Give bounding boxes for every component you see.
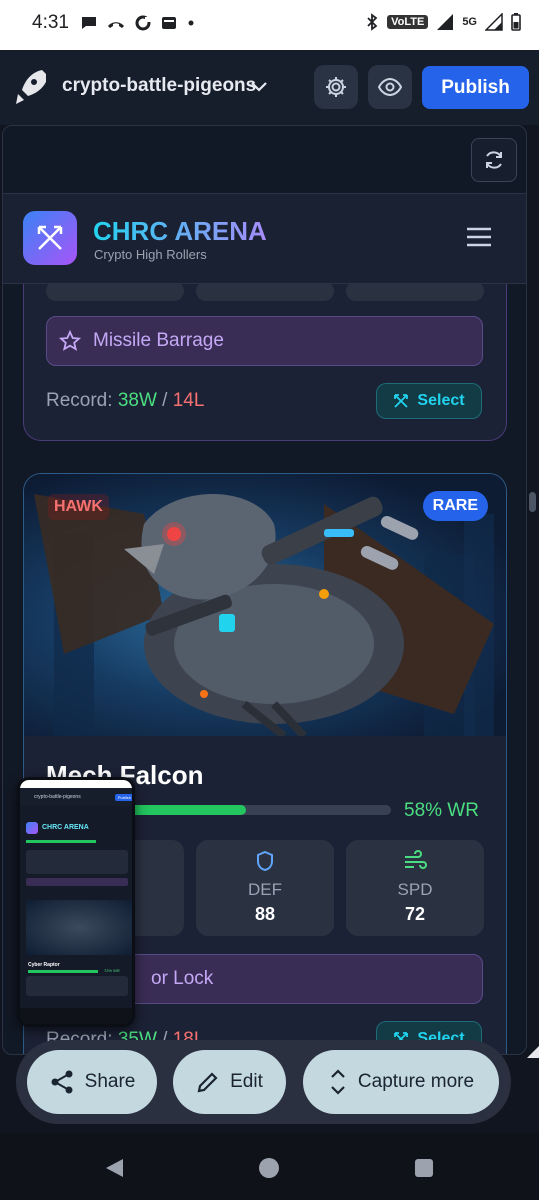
share-icon (51, 1070, 73, 1094)
select-label: Select (417, 392, 465, 409)
site-header: CHRC ARENA Crypto High Rollers (3, 194, 526, 284)
type-badge: HAWK (48, 494, 109, 520)
bluetooth-icon (367, 13, 378, 31)
wallet-icon (162, 17, 176, 29)
back-icon[interactable] (103, 1157, 125, 1179)
thumb-project-name: crypto-battle-pigeons (34, 794, 81, 800)
chat-bubble-icon (82, 17, 96, 29)
volte-badge: VoLTE (387, 15, 429, 29)
chevron-down-icon[interactable] (250, 80, 268, 94)
edit-button[interactable]: Edit (173, 1050, 286, 1114)
capture-more-label: Capture more (357, 1071, 475, 1092)
settings-button[interactable] (314, 65, 358, 109)
record-losses: 14L (172, 390, 205, 411)
signal-icon (437, 14, 454, 30)
ability-box: Missile Barrage (46, 316, 483, 366)
scrollbar-thumb[interactable] (529, 492, 536, 512)
app-header: crypto-battle-pigeons Publish (0, 50, 539, 125)
stat-label: SPD (397, 880, 433, 899)
record-label: Record: (46, 390, 113, 411)
status-bar: 4:31 VoLTE 5G (0, 0, 539, 50)
record-separator: / (162, 390, 168, 411)
select-button[interactable]: Select (376, 383, 482, 419)
rocket-logo-icon[interactable] (14, 68, 46, 104)
refresh-button[interactable] (471, 138, 517, 182)
stat-box (196, 281, 334, 301)
system-nav-bar (0, 1133, 539, 1200)
recents-icon[interactable] (414, 1158, 434, 1178)
stat-value: 88 (254, 904, 276, 924)
publish-button[interactable]: Publish (422, 66, 529, 109)
sync-icon (135, 15, 151, 31)
site-subtitle: Crypto High Rollers (94, 247, 207, 262)
screenshot-action-bar: Share Edit Capture more (16, 1040, 511, 1124)
record-wins: 38W (117, 390, 157, 411)
signal-icon-2 (485, 13, 503, 31)
share-button[interactable]: Share (27, 1050, 157, 1114)
capture-more-button[interactable]: Capture more (303, 1050, 499, 1114)
win-rate-text: 58% WR (404, 800, 479, 821)
stat-box-spd: SPD 72 (346, 840, 484, 936)
screenshot-thumbnail[interactable]: crypto-battle-pigeons Publish CHRC ARENA… (17, 777, 135, 1027)
pencil-icon (197, 1072, 218, 1093)
status-time: 4:31 (32, 12, 69, 33)
site-title: CHRC ARENA (93, 216, 267, 246)
network-type: 5G (462, 16, 477, 28)
fighter-image: HAWK RARE (24, 474, 506, 736)
menu-icon[interactable] (465, 226, 493, 248)
missed-call-icon (108, 22, 124, 28)
crossed-swords-icon (394, 394, 409, 408)
dot-icon (188, 20, 194, 26)
rarity-badge: RARE (422, 491, 488, 521)
record-text: Record: 38W / 14L (46, 390, 204, 412)
project-name[interactable]: crypto-battle-pigeons (62, 75, 256, 97)
stat-box (346, 281, 484, 301)
stat-box-def: DEF 88 (196, 840, 334, 936)
expand-vertical-icon (331, 1069, 345, 1095)
ability-name: Missile Barrage (93, 330, 224, 351)
home-icon[interactable] (258, 1157, 280, 1179)
stat-box (46, 281, 184, 301)
gear-icon (326, 77, 346, 97)
thumb-site-title: CHRC ARENA (42, 824, 89, 831)
edit-label: Edit (230, 1071, 263, 1092)
stat-value: 72 (404, 904, 426, 924)
shield-icon (257, 850, 273, 872)
thumb-fighter-name: Cyber Raptor (28, 962, 60, 968)
thumb-win-rate: 72% WR (104, 968, 120, 973)
crossed-swords-icon (37, 225, 63, 250)
thumb-publish: Publish (114, 793, 132, 801)
refresh-icon (486, 151, 502, 169)
system-icons: VoLTE 5G (365, 13, 521, 31)
site-logo[interactable] (23, 211, 77, 265)
star-icon (59, 330, 81, 351)
corner-marker-icon (527, 1046, 539, 1058)
stat-label: DEF (248, 880, 282, 899)
eye-icon (377, 77, 403, 97)
battery-icon (511, 13, 521, 31)
share-label: Share (84, 1071, 136, 1092)
wind-icon (405, 850, 427, 869)
preview-button[interactable] (368, 65, 412, 109)
notification-icons (80, 14, 196, 32)
